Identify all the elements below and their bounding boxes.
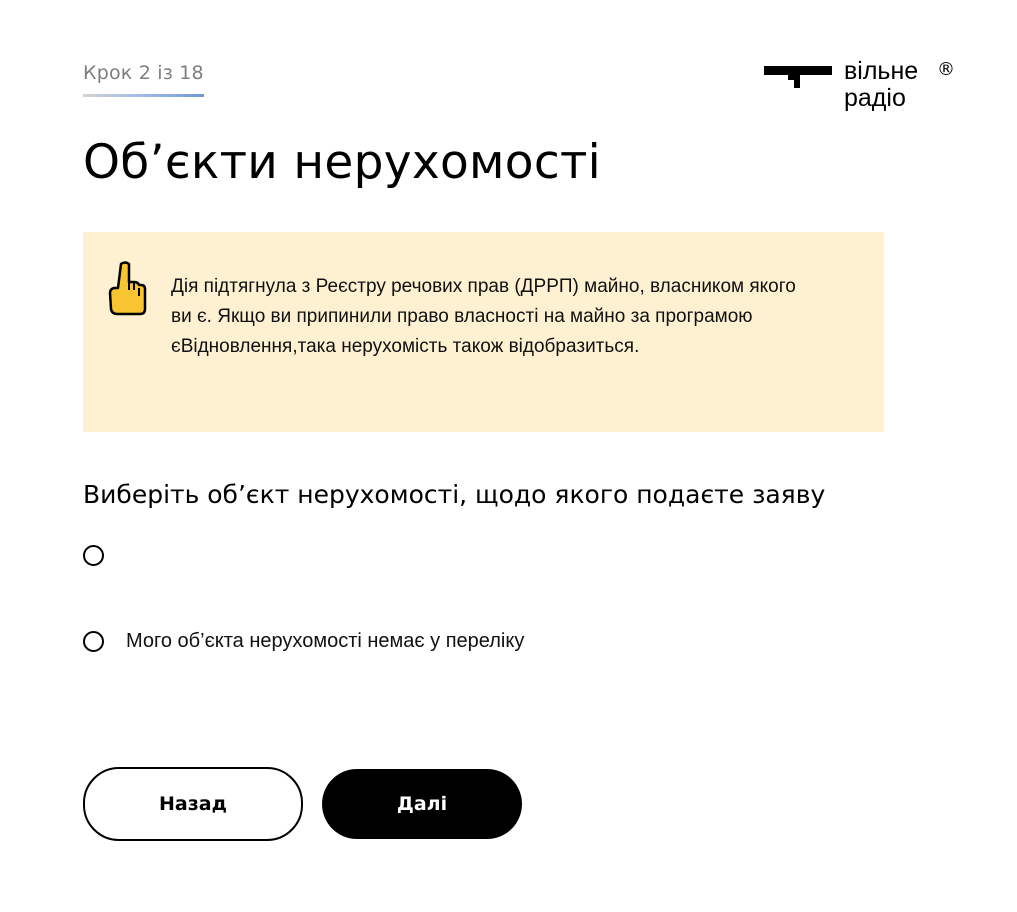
vilne-radio-logo: вільне радіо ® <box>764 58 964 118</box>
property-question: Виберіть об’єкт нерухомості, щодо якого … <box>83 480 826 509</box>
property-option-label: Мого об’єкта нерухомості немає у перелік… <box>126 630 525 652</box>
property-option-1[interactable] <box>83 545 126 566</box>
back-button[interactable]: Назад <box>83 767 303 841</box>
logo-line-1: вільне <box>844 57 919 85</box>
pointing-up-hand-icon <box>108 261 147 316</box>
step-progress-bar <box>83 94 204 97</box>
radio-button[interactable] <box>83 631 104 652</box>
logo-line-2: радіо <box>844 84 906 112</box>
logo-mark-icon <box>764 66 832 88</box>
step-indicator: Крок 2 із 18 <box>83 62 204 97</box>
registered-mark: ® <box>937 59 955 80</box>
logo-wordmark: вільне радіо <box>844 58 918 112</box>
step-label: Крок 2 із 18 <box>83 62 204 84</box>
next-button[interactable]: Далі <box>322 769 522 839</box>
property-not-listed-option[interactable]: Мого об’єкта нерухомості немає у перелік… <box>83 630 524 653</box>
page-title: Об’єкти нерухомості <box>83 135 602 190</box>
radio-button[interactable] <box>83 545 104 566</box>
info-notice: Дія підтягнула з Реєстру речових прав (Д… <box>83 232 884 432</box>
notice-text: Дія підтягнула з Реєстру речових прав (Д… <box>171 276 796 357</box>
